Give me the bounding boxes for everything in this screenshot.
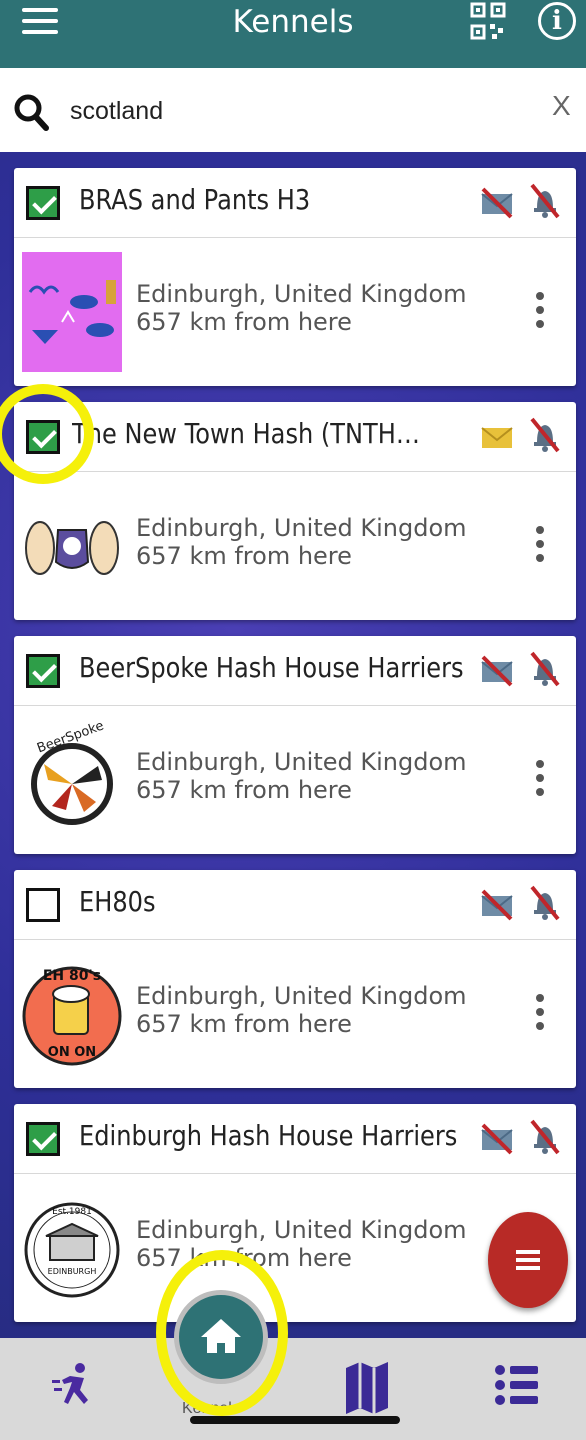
- kennel-name: BeerSpoke Hash House Harriers: [79, 651, 464, 684]
- kennel-name: Edinburgh Hash House Harriers: [79, 1119, 458, 1152]
- more-options-icon[interactable]: [536, 994, 546, 1032]
- kennel-card-header: The New Town Hash (TNTH3 - Big Bang...: [14, 402, 576, 472]
- kennel-distance: 657 km from here: [136, 776, 352, 804]
- kennel-logo: EH 80's ON ON: [22, 954, 122, 1074]
- kennel-logo: BeerSpoke: [22, 718, 122, 840]
- logo-text-top: Est.1981: [52, 1207, 92, 1217]
- kennel-card[interactable]: BeerSpoke Hash House Harriers BeerSpoke …: [14, 636, 576, 854]
- logo-text-mid: EDINBURGH: [48, 1267, 97, 1276]
- bell-muted-icon[interactable]: [528, 884, 562, 922]
- mail-muted-icon[interactable]: [480, 1122, 514, 1156]
- kennel-city: Edinburgh, United Kingdom: [136, 1216, 467, 1244]
- list-menu-button[interactable]: [488, 1212, 568, 1308]
- clear-search-button[interactable]: X: [552, 90, 571, 122]
- map-icon[interactable]: [342, 1360, 402, 1420]
- kennel-city: Edinburgh, United Kingdom: [136, 280, 467, 308]
- kennel-distance: 657 km from here: [136, 542, 352, 570]
- app-header: Kennels i: [0, 0, 586, 68]
- bell-muted-icon[interactable]: [528, 1118, 562, 1156]
- kennel-city: Edinburgh, United Kingdom: [136, 514, 467, 542]
- bottom-navigation: [0, 1338, 586, 1440]
- logo-text-bottom: ON ON: [48, 1045, 96, 1060]
- kennel-card[interactable]: Edinburgh Hash House Harriers Est.1981 E…: [14, 1104, 576, 1322]
- mail-muted-icon[interactable]: [480, 186, 514, 220]
- runner-icon[interactable]: [50, 1360, 110, 1420]
- kennel-city: Edinburgh, United Kingdom: [136, 982, 467, 1010]
- more-options-icon[interactable]: [536, 526, 546, 564]
- more-options-icon[interactable]: [536, 760, 546, 798]
- qr-code-icon[interactable]: [470, 2, 506, 42]
- kennel-card-header: BeerSpoke Hash House Harriers: [14, 636, 576, 706]
- kennel-logo: [22, 252, 122, 372]
- search-icon: [14, 92, 50, 136]
- kennel-name: The New Town Hash (TNTH3 - Big Bang...: [72, 417, 420, 450]
- bell-muted-icon[interactable]: [528, 650, 562, 688]
- kennel-checkbox[interactable]: [26, 888, 60, 922]
- kennel-location: Edinburgh, United Kingdom 657 km from he…: [136, 748, 467, 804]
- kennel-checkbox[interactable]: [26, 1122, 60, 1156]
- list-icon[interactable]: [492, 1360, 552, 1420]
- kennel-distance: 657 km from here: [136, 1010, 352, 1038]
- kennel-location: Edinburgh, United Kingdom 657 km from he…: [136, 982, 467, 1038]
- home-indicator: [190, 1416, 400, 1424]
- kennel-checkbox[interactable]: [26, 186, 60, 220]
- kennel-distance: 657 km from here: [136, 308, 352, 336]
- kennel-name: EH80s: [79, 885, 156, 918]
- search-input[interactable]: [70, 94, 510, 128]
- mail-muted-icon[interactable]: [480, 888, 514, 922]
- kennel-card-header: Edinburgh Hash House Harriers: [14, 1104, 576, 1174]
- highlight-ring: [156, 1250, 288, 1416]
- bell-muted-icon[interactable]: [528, 416, 562, 454]
- kennel-card-header: EH80s: [14, 870, 576, 940]
- kennel-card[interactable]: BRAS and Pants H3 Edinburgh, United King…: [14, 168, 576, 386]
- info-icon[interactable]: i: [538, 2, 576, 40]
- more-options-icon[interactable]: [536, 292, 546, 330]
- kennel-location: Edinburgh, United Kingdom 657 km from he…: [136, 514, 467, 570]
- bell-muted-icon[interactable]: [528, 182, 562, 220]
- kennel-city: Edinburgh, United Kingdom: [136, 748, 467, 776]
- kennel-name: BRAS and Pants H3: [79, 183, 311, 216]
- kennel-location: Edinburgh, United Kingdom 657 km from he…: [136, 280, 467, 336]
- logo-text-top: EH 80's: [43, 968, 101, 984]
- kennel-checkbox[interactable]: [26, 654, 60, 688]
- list-menu-icon: [516, 1250, 540, 1274]
- kennel-card[interactable]: The New Town Hash (TNTH3 - Big Bang... E…: [14, 402, 576, 620]
- kennel-logo: [22, 486, 122, 606]
- kennel-logo: Est.1981 EDINBURGH: [22, 1188, 122, 1308]
- mail-active-icon[interactable]: [480, 420, 514, 454]
- kennel-card-header: BRAS and Pants H3: [14, 168, 576, 238]
- mail-muted-icon[interactable]: [480, 654, 514, 688]
- kennel-card[interactable]: EH80s EH 80's ON ON Edinburgh, United Ki…: [14, 870, 576, 1088]
